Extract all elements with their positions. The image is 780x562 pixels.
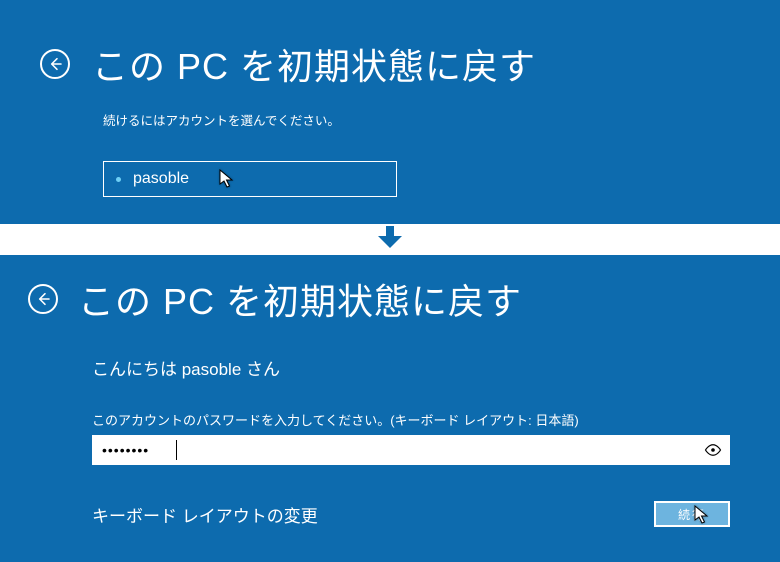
continue-button[interactable]: 続行 [654, 501, 730, 527]
password-reveal-button[interactable] [696, 441, 730, 459]
account-bullet-icon [116, 177, 121, 182]
subtitle-text: 続けるにはアカウントを選んでください。 [103, 110, 740, 129]
password-field-wrapper [92, 435, 730, 465]
title-row: この PC を初期状態に戻す [40, 38, 740, 90]
separator [0, 224, 780, 255]
password-input[interactable] [92, 435, 696, 465]
panel-account-select: この PC を初期状態に戻す 続けるにはアカウントを選んでください。 pasob… [0, 0, 780, 224]
page-title: この PC を初期状態に戻す [78, 273, 522, 325]
account-item[interactable]: pasoble [103, 161, 397, 197]
back-arrow-icon [47, 56, 63, 72]
footer-row: キーボード レイアウトの変更 続行 [92, 501, 730, 527]
back-button[interactable] [40, 49, 70, 79]
greeting-text: こんにちは pasoble さん [92, 355, 740, 380]
back-button[interactable] [28, 284, 58, 314]
down-arrow-icon [376, 226, 404, 253]
text-caret-icon [176, 440, 177, 460]
title-row: この PC を初期状態に戻す [28, 273, 740, 325]
panel-password-entry: この PC を初期状態に戻す こんにちは pasoble さん このアカウントの… [0, 255, 780, 562]
back-arrow-icon [35, 291, 51, 307]
account-name-label: pasoble [133, 170, 189, 188]
instruction-text: このアカウントのパスワードを入力してください。(キーボード レイアウト: 日本語… [92, 410, 740, 429]
page-title: この PC を初期状態に戻す [92, 38, 536, 90]
eye-icon [704, 441, 722, 459]
keyboard-layout-link[interactable]: キーボード レイアウトの変更 [92, 502, 318, 527]
